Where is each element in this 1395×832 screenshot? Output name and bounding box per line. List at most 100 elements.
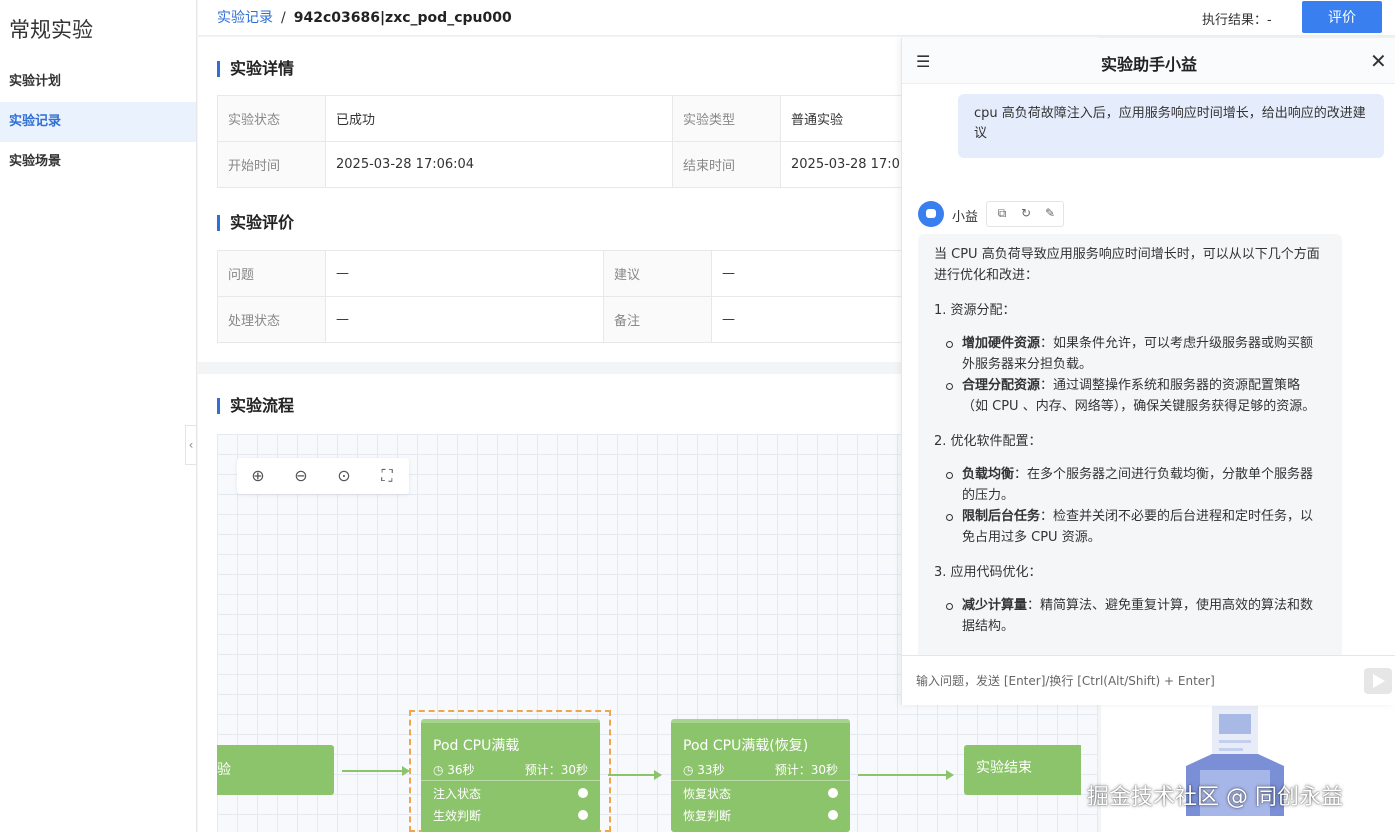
bot-answer: 当 CPU 高负荷导致应用服务响应时间增长时，可以从以下几个方面进行优化和改进：… bbox=[918, 234, 1342, 655]
node-status-row: 恢复判断 bbox=[683, 807, 838, 824]
label-suggestion: 建议 bbox=[603, 250, 712, 297]
flow-node-cpu-load[interactable]: Pod CPU满载 ◷ 36秒 预计：30秒 注入状态 生效判断 bbox=[421, 719, 600, 832]
section-title-flow: 实验流程 bbox=[217, 398, 294, 414]
check-icon bbox=[828, 810, 838, 820]
table-row: 实验状态 已成功 实验类型 普通实验 bbox=[217, 95, 921, 142]
node-status-row: 生效判断 bbox=[433, 807, 588, 824]
label-handle-status: 处理状态 bbox=[217, 296, 326, 343]
exec-result: 执行结果：- bbox=[1202, 13, 1272, 28]
close-icon[interactable]: ✕ bbox=[1370, 49, 1387, 73]
divider bbox=[671, 780, 850, 781]
list-item: 合理分配资源：通过调整操作系统和服务器的资源配置策略（如 CPU 、内存、网络等… bbox=[946, 375, 1326, 417]
label-type: 实验类型 bbox=[672, 95, 781, 142]
node-expected: 预计：30秒 bbox=[774, 763, 838, 777]
flow-node-cpu-recover[interactable]: Pod CPU满载(恢复) ◷ 33秒 预计：30秒 恢复状态 恢复判断 bbox=[671, 719, 850, 832]
zoom-in-icon[interactable]: ⊕ bbox=[247, 465, 269, 487]
breadcrumb-link-records[interactable]: 实验记录 bbox=[217, 10, 273, 26]
zoom-toolbar: ⊕ ⊖ ⊙ ⛶ bbox=[237, 458, 409, 494]
rate-button[interactable]: 评价 bbox=[1302, 1, 1382, 33]
value-end-time: 2025-03-28 17:0 bbox=[780, 141, 921, 188]
label-status: 实验状态 bbox=[217, 95, 326, 142]
zoom-out-icon[interactable]: ⊖ bbox=[290, 465, 312, 487]
fullscreen-icon[interactable]: ⛶ bbox=[376, 465, 398, 487]
bot-name: 小益 bbox=[952, 210, 979, 225]
node-time-row: ◷ 33秒 预计：30秒 bbox=[683, 761, 838, 778]
list-item: 负载均衡：在多个服务器之间进行负载均衡，分散单个服务器的压力。 bbox=[946, 464, 1326, 506]
node-title: Pod CPU满载 bbox=[433, 738, 520, 754]
assistant-conversation[interactable]: cpu 高负荷故障注入后，应用服务响应时间增长，给出响应的改进建议 小益 ⧉ ↻… bbox=[902, 85, 1395, 655]
value-handle-status: — bbox=[325, 296, 604, 343]
node-status-label: 恢复判断 bbox=[683, 809, 732, 823]
assistant-panel: ☰ 实验助手小益 ✕ cpu 高负荷故障注入后，应用服务响应时间增长，给出响应的… bbox=[901, 38, 1395, 705]
list-item-title: 合理分配资源 bbox=[962, 378, 1041, 393]
table-row: 处理状态 — 备注 — bbox=[217, 296, 921, 343]
answer-intro: 当 CPU 高负荷导致应用服务响应时间增长时，可以从以下几个方面进行优化和改进： bbox=[934, 247, 1320, 283]
watermark: 掘金技术社区 @ 同创永益 bbox=[1087, 785, 1343, 810]
list-item: 增加硬件资源：如果条件允许，可以考虑升级服务器或购买额外服务器来分担负载。 bbox=[946, 333, 1326, 375]
label-remark: 备注 bbox=[603, 296, 712, 343]
answer-list: 负载均衡：在多个服务器之间进行负载均衡，分散单个服务器的压力。 限制后台任务：检… bbox=[946, 464, 1326, 548]
assistant-header: ☰ 实验助手小益 ✕ bbox=[902, 38, 1395, 84]
details-table: 实验状态 已成功 实验类型 普通实验 开始时间 2025-03-28 17:06… bbox=[217, 95, 921, 188]
list-item: 限制后台任务：检查并关闭不必要的后台进程和定时任务，以免占用过多 CPU 资源。 bbox=[946, 506, 1326, 548]
sidebar-collapse-handle[interactable]: ‹ bbox=[185, 425, 197, 465]
list-item-title: 限制后台任务 bbox=[962, 509, 1041, 524]
bot-avatar-icon bbox=[918, 201, 944, 227]
table-row: 问题 — 建议 — bbox=[217, 250, 921, 297]
check-icon bbox=[578, 788, 588, 798]
sidebar-item-plan[interactable]: 实验计划 bbox=[0, 62, 196, 102]
value-type: 普通实验 bbox=[780, 95, 921, 142]
sidebar-item-records[interactable]: 实验记录 bbox=[0, 102, 196, 142]
flow-edge bbox=[858, 770, 954, 780]
edit-icon[interactable]: ✎ bbox=[1041, 206, 1059, 222]
bot-action-bar: ⧉ ↻ ✎ bbox=[986, 201, 1064, 227]
assistant-title: 实验助手小益 bbox=[1100, 55, 1197, 74]
sidebar-item-scenes[interactable]: 实验场景 bbox=[0, 142, 196, 182]
list-item-title: 增加硬件资源 bbox=[962, 336, 1041, 351]
section-title-details: 实验详情 bbox=[217, 61, 294, 77]
node-title: 验 bbox=[217, 762, 231, 778]
question-input[interactable] bbox=[916, 668, 1356, 694]
list-item-title: 减少计算量 bbox=[962, 598, 1028, 613]
flow-edge bbox=[342, 766, 410, 776]
send-icon[interactable] bbox=[1364, 668, 1392, 694]
node-status-label: 生效判断 bbox=[433, 809, 482, 823]
node-status-row: 恢复状态 bbox=[683, 785, 838, 802]
answer-list: 减少计算量：精简算法、避免重复计算，使用高效的算法和数据结构。 bbox=[946, 595, 1326, 637]
label-start-time: 开始时间 bbox=[217, 141, 326, 188]
node-time-row: ◷ 36秒 预计：30秒 bbox=[433, 761, 588, 778]
list-item: 减少计算量：精简算法、避免重复计算，使用高效的算法和数据结构。 bbox=[946, 595, 1326, 637]
breadcrumb-separator: / bbox=[281, 10, 286, 26]
node-status-label: 恢复状态 bbox=[683, 787, 732, 801]
check-icon bbox=[828, 788, 838, 798]
list-item-text: ：在多个服务器之间进行负载均衡，分散单个服务器的压力。 bbox=[962, 467, 1314, 503]
flow-node-start[interactable]: 验 bbox=[217, 745, 334, 795]
breadcrumb: 实验记录 / 942c03686|zxc_pod_cpu000 bbox=[217, 7, 512, 27]
assistant-input-bar bbox=[902, 655, 1395, 705]
label-end-time: 结束时间 bbox=[672, 141, 781, 188]
section-title-evaluation: 实验评价 bbox=[217, 215, 294, 231]
check-icon bbox=[578, 810, 588, 820]
node-status-label: 注入状态 bbox=[433, 787, 482, 801]
node-duration: ◷ 33秒 bbox=[683, 763, 725, 777]
divider bbox=[421, 780, 600, 781]
label-problem: 问题 bbox=[217, 250, 326, 297]
value-status: 已成功 bbox=[325, 95, 673, 142]
sidebar-title: 常规实验 bbox=[9, 18, 93, 42]
node-duration: ◷ 36秒 bbox=[433, 763, 475, 777]
flow-node-end[interactable]: 实验结束 bbox=[964, 745, 1081, 795]
top-bar: 实验记录 / 942c03686|zxc_pod_cpu000 执行结果：- 评价 bbox=[198, 0, 1395, 36]
locate-icon[interactable]: ⊙ bbox=[333, 465, 355, 487]
refresh-icon[interactable]: ↻ bbox=[1017, 206, 1035, 222]
copy-icon[interactable]: ⧉ bbox=[993, 206, 1011, 222]
answer-heading: 1. 资源分配： bbox=[934, 303, 1016, 318]
node-expected: 预计：30秒 bbox=[524, 763, 588, 777]
value-suggestion: — bbox=[711, 250, 921, 297]
node-title: Pod CPU满载(恢复) bbox=[683, 738, 809, 754]
list-item-title: 负载均衡 bbox=[962, 467, 1015, 482]
node-status-row: 注入状态 bbox=[433, 785, 588, 802]
evaluation-table: 问题 — 建议 — 处理状态 — 备注 — bbox=[217, 250, 921, 343]
value-remark: — bbox=[711, 296, 921, 343]
user-message: cpu 高负荷故障注入后，应用服务响应时间增长，给出响应的改进建议 bbox=[958, 94, 1384, 158]
answer-heading: 2. 优化软件配置： bbox=[934, 434, 1042, 449]
